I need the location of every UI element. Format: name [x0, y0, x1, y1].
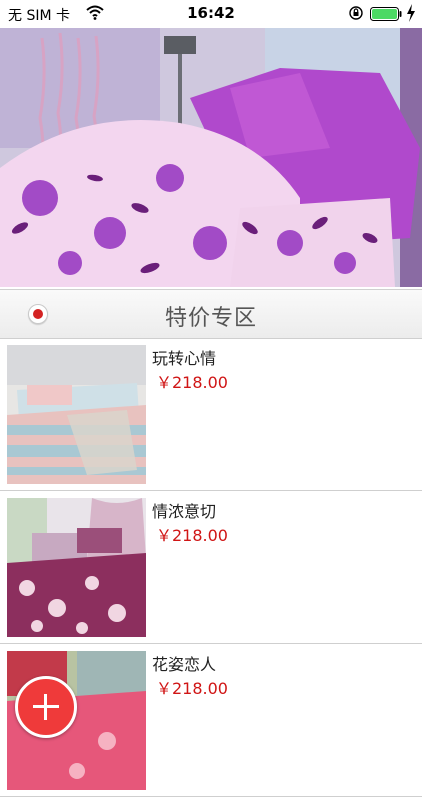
bedding-product-image-1[interactable] — [7, 345, 146, 484]
battery-icon — [370, 7, 402, 21]
product-price: ￥218.00 — [156, 526, 228, 545]
section-title: 特价专区 — [164, 306, 257, 331]
status-bar: 无 SIM 卡 16:42 — [0, 0, 422, 28]
product-price: ￥218.00 — [156, 373, 228, 392]
charging-bolt-icon — [407, 4, 415, 22]
bedding-banner-image[interactable] — [0, 28, 422, 287]
product-name: 情浓意切 — [152, 502, 217, 521]
product-item[interactable]: 情浓意切 ￥218.00 — [0, 491, 422, 644]
product-item[interactable]: 玩转心情 ￥218.00 — [0, 338, 422, 491]
product-price: ￥218.00 — [156, 679, 228, 698]
product-name: 花姿恋人 — [152, 655, 217, 674]
add-button[interactable] — [15, 676, 77, 738]
product-name: 玩转心情 — [152, 349, 217, 368]
orientation-lock-icon — [349, 6, 363, 20]
section-header: 特价专区 — [0, 289, 422, 339]
bedding-product-image-2[interactable] — [7, 498, 146, 637]
